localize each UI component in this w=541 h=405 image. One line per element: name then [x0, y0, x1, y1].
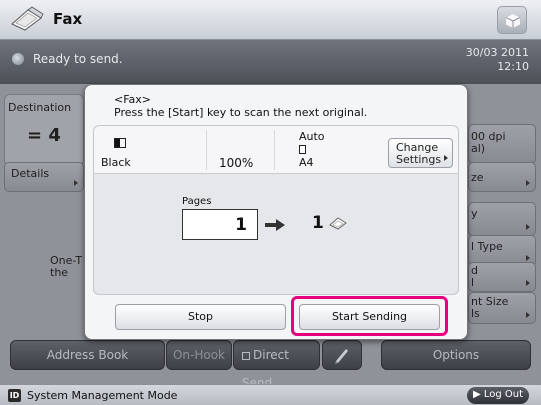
- page-title: Fax: [53, 10, 83, 28]
- cube-menu-button[interactable]: [497, 6, 527, 34]
- start-sending-label: Start Sending: [331, 310, 408, 323]
- title-bar: Fax: [0, 0, 541, 40]
- status-icon: [12, 53, 24, 65]
- change-settings-button[interactable]: Change Settings: [388, 138, 453, 168]
- size-button[interactable]: ze: [468, 162, 536, 192]
- options-button[interactable]: Options: [381, 340, 531, 370]
- right-item-3[interactable]: dl: [468, 262, 536, 292]
- direct-send-checkbox-icon: [242, 351, 250, 360]
- size-label: A4: [299, 156, 314, 169]
- size-label: ze: [471, 171, 484, 184]
- destination-label: Destination: [8, 101, 72, 114]
- right-item-3-label: dl: [471, 265, 478, 289]
- resolution-label: 00 dpi al): [471, 131, 506, 155]
- color-mode-icon: [114, 138, 126, 148]
- right-item-4[interactable]: nt Size ls: [468, 292, 536, 324]
- fax-screen: Fax Ready to send. 30/03 2011 12:10 Dest…: [0, 0, 541, 405]
- divider: [274, 130, 275, 170]
- right-item-1[interactable]: y: [468, 202, 536, 236]
- size-auto-label: Auto: [299, 130, 325, 143]
- pen-icon: [335, 349, 348, 364]
- start-sending-highlight: Start Sending: [291, 296, 448, 336]
- right-item-1-label: y: [471, 207, 478, 220]
- log-out-icon: ▶: [472, 389, 481, 400]
- resolution-line-2: al): [471, 142, 486, 155]
- time-text: 12:10: [497, 60, 529, 73]
- dialog-title: <Fax>: [114, 93, 152, 106]
- destination-panel: Destination = 4: [4, 94, 84, 166]
- one-touch-text-2: the: [50, 266, 69, 279]
- details-label: Details: [11, 167, 50, 180]
- right-item-2-label: l Type: [471, 240, 503, 253]
- dialog-message: Press the [Start] key to scan the next o…: [114, 106, 368, 119]
- options-label: Options: [432, 348, 480, 362]
- dialog-body: Black 100% Auto A4 Change Settings Pages…: [93, 125, 459, 295]
- start-sending-button[interactable]: Start Sending: [299, 304, 440, 330]
- right-item-3-line-2: l: [471, 276, 475, 289]
- log-out-label: Log Out: [483, 389, 524, 400]
- scan-next-dialog: <Fax> Press the [Start] key to scan the …: [84, 84, 468, 340]
- document-icon: [299, 145, 306, 154]
- dialog-header: <Fax> Press the [Start] key to scan the …: [114, 93, 367, 119]
- id-badge-icon: ID: [8, 389, 21, 402]
- details-button[interactable]: Details: [4, 162, 84, 192]
- pages-label: Pages: [182, 196, 212, 207]
- settings-summary: Black 100% Auto A4 Change Settings: [94, 126, 458, 174]
- on-hook-button[interactable]: On-Hook: [166, 340, 232, 370]
- color-mode-label: Black: [101, 156, 131, 169]
- sent-pages-icon: [329, 217, 347, 230]
- address-book-label: Address Book: [46, 348, 129, 362]
- date-text: 30/03 2011: [465, 46, 529, 59]
- date-time: 30/03 2011 12:10: [466, 46, 529, 74]
- divider: [206, 130, 207, 170]
- stop-label: Stop: [187, 310, 213, 323]
- chevron-right-icon: [444, 155, 448, 161]
- scale-label: 100%: [219, 156, 254, 170]
- change-settings-line-2: Settings: [396, 153, 442, 166]
- arrow-right-icon: [265, 219, 285, 231]
- on-hook-label: On-Hook: [172, 348, 226, 362]
- pen-button[interactable]: [322, 340, 362, 370]
- right-item-4-line-2: ls: [471, 307, 480, 320]
- log-out-button[interactable]: ▶ Log Out: [467, 387, 529, 404]
- cube-icon: [505, 14, 521, 28]
- direct-send-button[interactable]: Direct Send: [233, 340, 320, 390]
- destination-count: = 4: [27, 125, 61, 146]
- pages-current: 1: [312, 213, 324, 233]
- pages-total-field: 1: [182, 209, 258, 240]
- stop-button[interactable]: Stop: [115, 304, 286, 330]
- address-book-button[interactable]: Address Book: [10, 340, 165, 370]
- system-mode-text: System Management Mode: [27, 389, 178, 402]
- status-bar: Ready to send. 30/03 2011 12:10: [0, 40, 541, 84]
- fax-icon: [11, 6, 44, 31]
- status-text: Ready to send.: [33, 52, 123, 66]
- right-item-4-label: nt Size ls: [471, 296, 508, 320]
- resolution-button[interactable]: 00 dpi al): [468, 124, 536, 164]
- system-management-bar: ID System Management Mode ▶ Log Out: [0, 384, 541, 405]
